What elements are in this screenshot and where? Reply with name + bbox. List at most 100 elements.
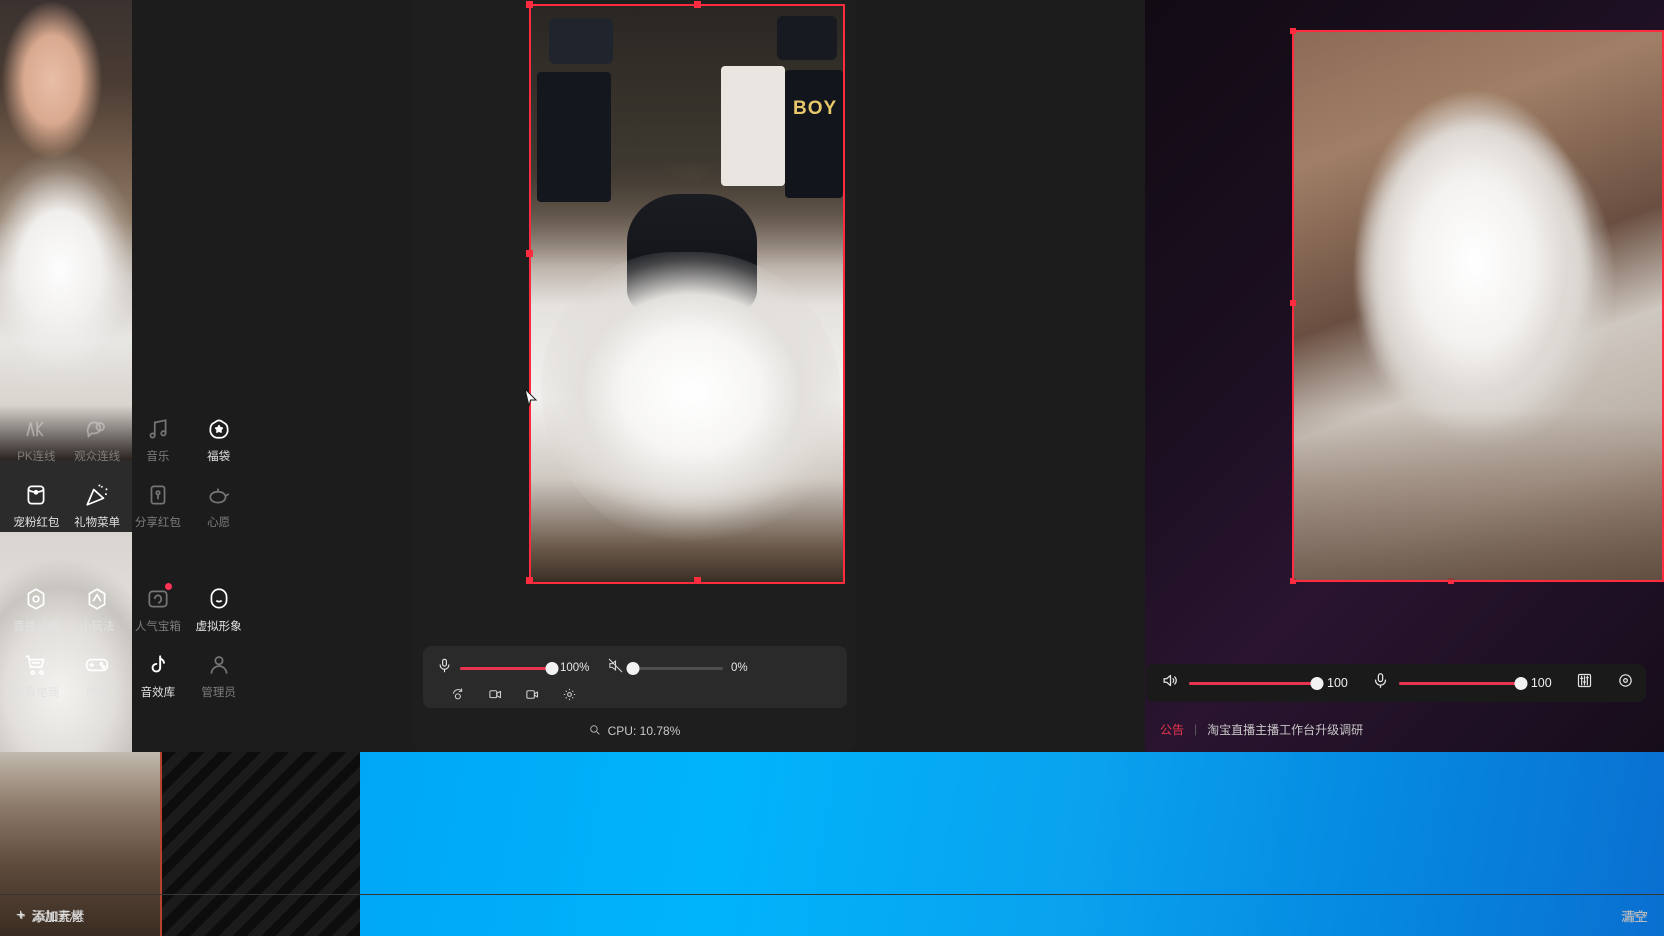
canvas-handle-tr[interactable] — [694, 1, 701, 8]
tool-label: 宠粉红包 — [13, 517, 60, 529]
canvas-handle-tl[interactable] — [526, 1, 533, 8]
tool-label: 福袋 — [207, 451, 231, 463]
tool-fan-red-packet[interactable]: 宠粉红包 — [6, 474, 67, 536]
tool-label: 分享红包 — [134, 517, 181, 529]
preview-prop-hat-left — [549, 18, 613, 64]
screen-root: BOY 100% 0% CPU: 10.78% + 添加素材 清空 PK连线 观… — [0, 0, 1664, 936]
tool-label: 管理员 — [201, 687, 236, 699]
tool-pk-link[interactable]: PK连线 — [6, 408, 67, 470]
preview-canvas[interactable]: BOY — [529, 4, 845, 584]
tool-sound-library[interactable]: 音效库 — [128, 644, 189, 706]
admin-user-icon — [206, 652, 232, 678]
scene-panel-footer: + 添加元素 清空 — [0, 894, 1664, 936]
preview-slider-row: 100% 0% — [437, 658, 833, 678]
tool-wish[interactable]: 心愿 — [188, 474, 249, 536]
announcement-tag: 公告 — [1160, 722, 1185, 737]
mic-volume-value: 100 — [1530, 676, 1552, 690]
tool-label: 虚拟形象 — [195, 621, 242, 633]
tool-popularity-treasure[interactable]: 人气宝箱 — [128, 578, 189, 640]
speaker-volume-slider[interactable] — [1189, 676, 1324, 690]
wish-lamp-icon — [206, 482, 232, 508]
master-volume-bar: 100 100 — [1146, 664, 1646, 702]
cpu-icon — [588, 723, 601, 739]
preview-control-bar: 100% 0% — [423, 646, 847, 708]
resize-handle-tl[interactable] — [1290, 28, 1296, 34]
preview-action-row — [437, 687, 833, 702]
speaker-muted-icon[interactable] — [608, 658, 623, 678]
resize-handle-ml[interactable] — [1290, 300, 1296, 306]
mouse-cursor — [524, 387, 538, 414]
tool-admins[interactable]: 管理员 — [188, 644, 249, 706]
tool-share-red-packet[interactable]: 分享红包 — [128, 474, 189, 536]
tool-label: 观众连线 — [74, 451, 121, 463]
tool-label: 心愿 — [207, 517, 231, 529]
tool-label: 直播设置 — [13, 621, 60, 633]
cpu-status-bar: CPU: 10.78% — [413, 710, 855, 752]
party-popper-icon — [84, 482, 110, 508]
tool-douyin-ecommerce[interactable]: 抖音电商 — [6, 644, 67, 706]
announcement-text[interactable]: 淘宝直播主播工作台升级调研 — [1207, 721, 1363, 738]
tool-mini-games[interactable]: 小玩法 — [67, 578, 128, 640]
preview-panel: BOY 100% 0% — [413, 0, 855, 752]
gear-icon[interactable] — [1617, 672, 1634, 694]
red-packet-icon — [23, 482, 49, 508]
tool-label: 抖音电商 — [13, 687, 60, 699]
cpu-label: CPU: 10.78% — [607, 724, 681, 738]
speaker-volume-value: 100 — [1327, 676, 1348, 690]
gear-icon[interactable] — [562, 687, 577, 702]
tool-live-settings[interactable]: 直播设置 — [6, 578, 67, 640]
product-photo-right[interactable] — [1290, 28, 1664, 584]
tool-audience-link[interactable]: 观众连线 — [67, 408, 128, 470]
tool-label: 礼物菜单 — [74, 517, 121, 529]
left-video-preview — [0, 0, 132, 460]
preview-prop-shirt-center — [721, 66, 785, 186]
sound-effect-icon — [145, 652, 171, 678]
tool-label: 人气宝箱 — [134, 621, 181, 633]
share-packet-icon — [145, 482, 171, 508]
audience-link-icon — [84, 416, 110, 442]
preview-prop-logo: BOY — [793, 98, 838, 119]
tool-label: 音乐 — [146, 451, 170, 463]
tool-lucky-bag[interactable]: 福袋 — [188, 408, 249, 470]
gamepad-icon — [84, 652, 110, 678]
tool-virtual-avatar[interactable]: 虚拟形象 — [188, 578, 249, 640]
canvas-handle-bl[interactable] — [526, 577, 533, 584]
announcement-bar: 公告 | 淘宝直播主播工作台升级调研 — [1146, 712, 1646, 746]
resize-handle-bc[interactable] — [1448, 578, 1454, 584]
speaker-icon[interactable] — [1162, 672, 1179, 694]
add-element-button[interactable]: + 添加元素 — [18, 906, 85, 925]
mic-volume-slider[interactable] — [1398, 676, 1528, 690]
preview-subject-towel — [541, 252, 841, 552]
pk-icon — [23, 416, 49, 442]
play-hex-icon — [84, 586, 110, 612]
tool-gift-menu[interactable]: 礼物菜单 — [67, 474, 128, 536]
preview-prop-shirt-right — [785, 70, 843, 198]
tool-label: PK连线 — [17, 451, 56, 463]
cart-icon — [23, 652, 49, 678]
tool-music[interactable]: 音乐 — [128, 408, 189, 470]
preview-prop-shirt-left — [537, 72, 611, 202]
speaker-volume-slider[interactable] — [626, 661, 723, 675]
resize-handle-bl[interactable] — [1290, 578, 1296, 584]
microphone-icon[interactable] — [437, 658, 452, 678]
canvas-handle-ml[interactable] — [526, 250, 533, 257]
interaction-tools-grid: PK连线 观众连线 音乐 福袋 宠粉红包 礼物菜单 分享红包 心愿 — [0, 402, 255, 536]
clear-elements-button[interactable]: 清空 — [1621, 906, 1646, 925]
mic-volume-slider[interactable] — [460, 661, 559, 675]
tool-games[interactable]: 游戏 — [67, 644, 128, 706]
refresh-camera-icon[interactable] — [451, 687, 466, 702]
tool-label: 音效库 — [140, 687, 176, 699]
music-note-icon — [145, 416, 171, 442]
settings-hex-icon — [23, 586, 49, 612]
camera-frame-icon[interactable] — [525, 687, 540, 702]
mixer-icon[interactable] — [1576, 672, 1593, 694]
announcement-divider: | — [1194, 722, 1198, 736]
tool-label: 小玩法 — [79, 621, 115, 633]
lucky-bag-icon — [206, 416, 232, 442]
canvas-handle-bc[interactable] — [694, 577, 701, 584]
plus-icon: + — [18, 907, 26, 923]
screen-share-icon[interactable] — [488, 687, 503, 702]
add-element-label: 添加元素 — [32, 908, 85, 924]
treasure-box-icon — [145, 586, 171, 612]
microphone-icon[interactable] — [1372, 672, 1389, 694]
